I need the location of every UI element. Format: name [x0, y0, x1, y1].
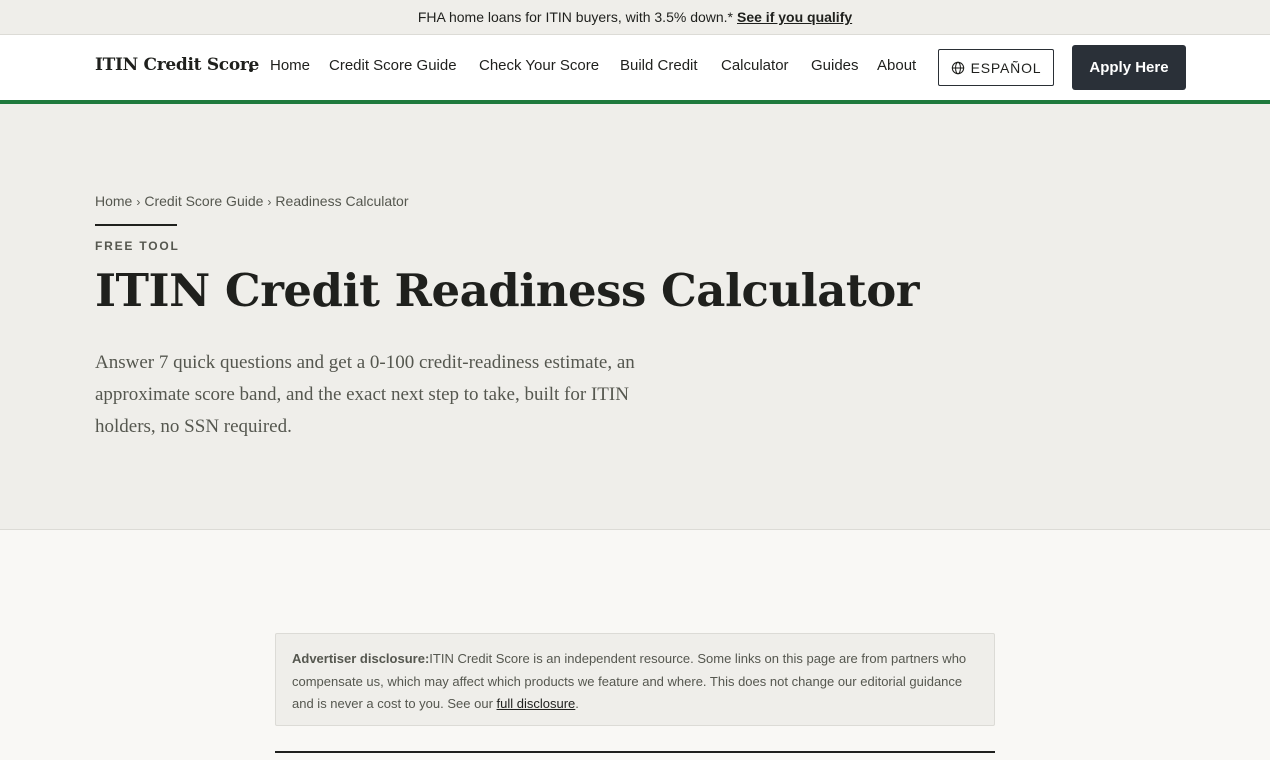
breadcrumb-credit-score-guide[interactable]: Credit Score Guide: [144, 193, 263, 209]
promo-text: FHA home loans for ITIN buyers, with 3.5…: [417, 9, 733, 25]
hero-section: Home › Credit Score Guide › Readiness Calcul…: [0, 104, 1270, 530]
logo-dot: [249, 68, 253, 72]
disclosure-end: .: [575, 696, 579, 711]
nav-about[interactable]: About: [877, 57, 916, 74]
promo-banner: FHA home loans for ITIN buyers, with 3.5…: [0, 0, 1270, 35]
full-disclosure-link[interactable]: full disclosure: [497, 696, 576, 711]
nav-build-credit[interactable]: Build Credit: [620, 57, 698, 74]
eyebrow-label: FREE TOOL: [95, 239, 180, 253]
eyebrow-rule: [95, 224, 177, 226]
breadcrumb-separator: ›: [136, 195, 141, 209]
section-divider: [275, 751, 995, 753]
language-toggle-label: ESPAÑOL: [970, 59, 1042, 76]
apply-here-button[interactable]: Apply Here: [1072, 45, 1186, 90]
nav-home[interactable]: Home: [270, 57, 310, 74]
disclosure-label: Advertiser disclosure:: [292, 651, 430, 666]
breadcrumb: Home › Credit Score Guide › Readiness Calcul…: [95, 193, 409, 209]
nav-calculator[interactable]: Calculator: [721, 57, 789, 74]
site-logo[interactable]: ITIN Credit Score: [95, 55, 259, 75]
page-title: ITIN Credit Readiness Calculator: [95, 264, 919, 317]
nav-guides[interactable]: Guides: [811, 57, 859, 74]
page-lede: Answer 7 quick questions and get a 0-100…: [95, 352, 635, 437]
breadcrumb-current: Readiness Calculator: [275, 193, 409, 209]
advertiser-disclosure: Advertiser disclosure:ITIN Credit Score …: [275, 633, 995, 726]
language-toggle-button[interactable]: ESPAÑOL: [938, 49, 1054, 86]
breadcrumb-separator: ›: [267, 195, 272, 209]
nav-credit-score-guide[interactable]: Credit Score Guide: [329, 57, 457, 74]
globe-icon: [951, 61, 964, 74]
breadcrumb-home[interactable]: Home: [95, 193, 132, 209]
site-header: ITIN Credit Score Home Credit Score Guid…: [0, 35, 1270, 100]
promo-link[interactable]: See if you qualify: [737, 9, 852, 25]
nav-check-your-score[interactable]: Check Your Score: [479, 57, 599, 74]
